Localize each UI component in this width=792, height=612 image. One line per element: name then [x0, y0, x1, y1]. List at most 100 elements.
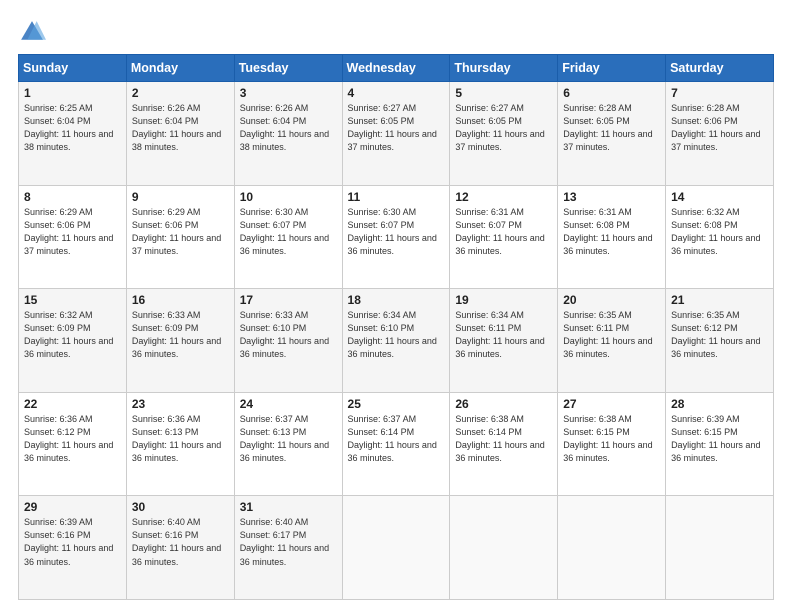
col-friday: Friday: [558, 55, 666, 82]
logo-icon: [18, 18, 46, 46]
table-row: 23 Sunrise: 6:36 AMSunset: 6:13 PMDayligh…: [126, 392, 234, 496]
table-row: 26 Sunrise: 6:38 AMSunset: 6:14 PMDayligh…: [450, 392, 558, 496]
table-row: 3 Sunrise: 6:26 AMSunset: 6:04 PMDaylight…: [234, 82, 342, 186]
day-number: 8: [24, 190, 121, 204]
day-number: 27: [563, 397, 660, 411]
day-number: 11: [348, 190, 445, 204]
day-info: Sunrise: 6:25 AMSunset: 6:04 PMDaylight:…: [24, 102, 121, 154]
day-info: Sunrise: 6:34 AMSunset: 6:11 PMDaylight:…: [455, 309, 552, 361]
table-row: 14 Sunrise: 6:32 AMSunset: 6:08 PMDayligh…: [666, 185, 774, 289]
table-row: 4Sunrise: 6:27 AMSunset: 6:05 PMDaylight…: [342, 82, 450, 186]
day-number: 1: [24, 86, 121, 100]
table-row: 19 Sunrise: 6:34 AMSunset: 6:11 PMDayligh…: [450, 289, 558, 393]
day-number: 12: [455, 190, 552, 204]
day-info: Sunrise: 6:39 AMSunset: 6:16 PMDaylight:…: [24, 516, 121, 568]
day-number: 29: [24, 500, 121, 514]
day-number: 16: [132, 293, 229, 307]
day-info: Sunrise: 6:29 AMSunset: 6:06 PMDaylight:…: [24, 206, 121, 258]
calendar-header-row: Sunday Monday Tuesday Wednesday Thursday…: [19, 55, 774, 82]
day-info: Sunrise: 6:34 AMSunset: 6:10 PMDaylight:…: [348, 309, 445, 361]
day-info: Sunrise: 6:40 AMSunset: 6:17 PMDaylight:…: [240, 516, 337, 568]
table-row: 18 Sunrise: 6:34 AMSunset: 6:10 PMDayligh…: [342, 289, 450, 393]
table-row: 5 Sunrise: 6:27 AMSunset: 6:05 PMDaylight…: [450, 82, 558, 186]
table-row: 28Sunrise: 6:39 AMSunset: 6:15 PMDayligh…: [666, 392, 774, 496]
table-row: 25 Sunrise: 6:37 AMSunset: 6:14 PMDayligh…: [342, 392, 450, 496]
table-row: 8 Sunrise: 6:29 AMSunset: 6:06 PMDaylight…: [19, 185, 127, 289]
table-row: [558, 496, 666, 600]
table-row: [666, 496, 774, 600]
day-number: 30: [132, 500, 229, 514]
page: Sunday Monday Tuesday Wednesday Thursday…: [0, 0, 792, 612]
day-info: Sunrise: 6:27 AMSunset: 6:05 PMDaylight:…: [455, 102, 552, 154]
col-thursday: Thursday: [450, 55, 558, 82]
table-row: 17Sunrise: 6:33 AMSunset: 6:10 PMDayligh…: [234, 289, 342, 393]
day-info: Sunrise: 6:28 AMSunset: 6:06 PMDaylight:…: [671, 102, 768, 154]
table-row: 6 Sunrise: 6:28 AMSunset: 6:05 PMDaylight…: [558, 82, 666, 186]
day-info: Sunrise: 6:31 AMSunset: 6:07 PMDaylight:…: [455, 206, 552, 258]
table-row: 11 Sunrise: 6:30 AMSunset: 6:07 PMDayligh…: [342, 185, 450, 289]
day-info: Sunrise: 6:27 AMSunset: 6:05 PMDaylight:…: [348, 102, 445, 154]
day-number: 25: [348, 397, 445, 411]
day-number: 26: [455, 397, 552, 411]
day-info: Sunrise: 6:26 AMSunset: 6:04 PMDaylight:…: [240, 102, 337, 154]
table-row: 13 Sunrise: 6:31 AMSunset: 6:08 PMDayligh…: [558, 185, 666, 289]
header: [18, 18, 774, 46]
day-info: Sunrise: 6:35 AMSunset: 6:12 PMDaylight:…: [671, 309, 768, 361]
day-number: 6: [563, 86, 660, 100]
day-number: 9: [132, 190, 229, 204]
table-row: 27 Sunrise: 6:38 AMSunset: 6:15 PMDayligh…: [558, 392, 666, 496]
day-info: Sunrise: 6:35 AMSunset: 6:11 PMDaylight:…: [563, 309, 660, 361]
day-number: 18: [348, 293, 445, 307]
table-row: 31 Sunrise: 6:40 AMSunset: 6:17 PMDayligh…: [234, 496, 342, 600]
day-number: 5: [455, 86, 552, 100]
logo: [18, 18, 50, 46]
day-number: 23: [132, 397, 229, 411]
day-number: 17: [240, 293, 337, 307]
day-number: 13: [563, 190, 660, 204]
day-info: Sunrise: 6:37 AMSunset: 6:14 PMDaylight:…: [348, 413, 445, 465]
day-number: 22: [24, 397, 121, 411]
day-info: Sunrise: 6:31 AMSunset: 6:08 PMDaylight:…: [563, 206, 660, 258]
day-info: Sunrise: 6:30 AMSunset: 6:07 PMDaylight:…: [348, 206, 445, 258]
table-row: 9Sunrise: 6:29 AMSunset: 6:06 PMDaylight…: [126, 185, 234, 289]
table-row: [342, 496, 450, 600]
day-info: Sunrise: 6:40 AMSunset: 6:16 PMDaylight:…: [132, 516, 229, 568]
day-number: 14: [671, 190, 768, 204]
table-row: 22 Sunrise: 6:36 AMSunset: 6:12 PMDayligh…: [19, 392, 127, 496]
calendar: Sunday Monday Tuesday Wednesday Thursday…: [18, 54, 774, 600]
day-number: 2: [132, 86, 229, 100]
day-info: Sunrise: 6:32 AMSunset: 6:08 PMDaylight:…: [671, 206, 768, 258]
day-info: Sunrise: 6:30 AMSunset: 6:07 PMDaylight:…: [240, 206, 337, 258]
day-info: Sunrise: 6:38 AMSunset: 6:14 PMDaylight:…: [455, 413, 552, 465]
day-number: 21: [671, 293, 768, 307]
table-row: 30 Sunrise: 6:40 AMSunset: 6:16 PMDayligh…: [126, 496, 234, 600]
day-info: Sunrise: 6:36 AMSunset: 6:12 PMDaylight:…: [24, 413, 121, 465]
day-info: Sunrise: 6:38 AMSunset: 6:15 PMDaylight:…: [563, 413, 660, 465]
col-wednesday: Wednesday: [342, 55, 450, 82]
table-row: 20 Sunrise: 6:35 AMSunset: 6:11 PMDayligh…: [558, 289, 666, 393]
day-number: 19: [455, 293, 552, 307]
col-sunday: Sunday: [19, 55, 127, 82]
day-number: 10: [240, 190, 337, 204]
day-number: 20: [563, 293, 660, 307]
table-row: 2Sunrise: 6:26 AMSunset: 6:04 PMDaylight…: [126, 82, 234, 186]
table-row: 24 Sunrise: 6:37 AMSunset: 6:13 PMDayligh…: [234, 392, 342, 496]
table-row: 12 Sunrise: 6:31 AMSunset: 6:07 PMDayligh…: [450, 185, 558, 289]
table-row: 7 Sunrise: 6:28 AMSunset: 6:06 PMDaylight…: [666, 82, 774, 186]
day-number: 24: [240, 397, 337, 411]
day-info: Sunrise: 6:37 AMSunset: 6:13 PMDaylight:…: [240, 413, 337, 465]
day-info: Sunrise: 6:36 AMSunset: 6:13 PMDaylight:…: [132, 413, 229, 465]
day-info: Sunrise: 6:28 AMSunset: 6:05 PMDaylight:…: [563, 102, 660, 154]
table-row: 21 Sunrise: 6:35 AMSunset: 6:12 PMDayligh…: [666, 289, 774, 393]
day-info: Sunrise: 6:39 AMSunset: 6:15 PMDaylight:…: [671, 413, 768, 465]
table-row: 10 Sunrise: 6:30 AMSunset: 6:07 PMDayligh…: [234, 185, 342, 289]
table-row: 15 Sunrise: 6:32 AMSunset: 6:09 PMDayligh…: [19, 289, 127, 393]
col-tuesday: Tuesday: [234, 55, 342, 82]
day-info: Sunrise: 6:32 AMSunset: 6:09 PMDaylight:…: [24, 309, 121, 361]
day-number: 7: [671, 86, 768, 100]
day-number: 3: [240, 86, 337, 100]
table-row: 16Sunrise: 6:33 AMSunset: 6:09 PMDayligh…: [126, 289, 234, 393]
day-number: 31: [240, 500, 337, 514]
day-number: 15: [24, 293, 121, 307]
table-row: 29 Sunrise: 6:39 AMSunset: 6:16 PMDayligh…: [19, 496, 127, 600]
